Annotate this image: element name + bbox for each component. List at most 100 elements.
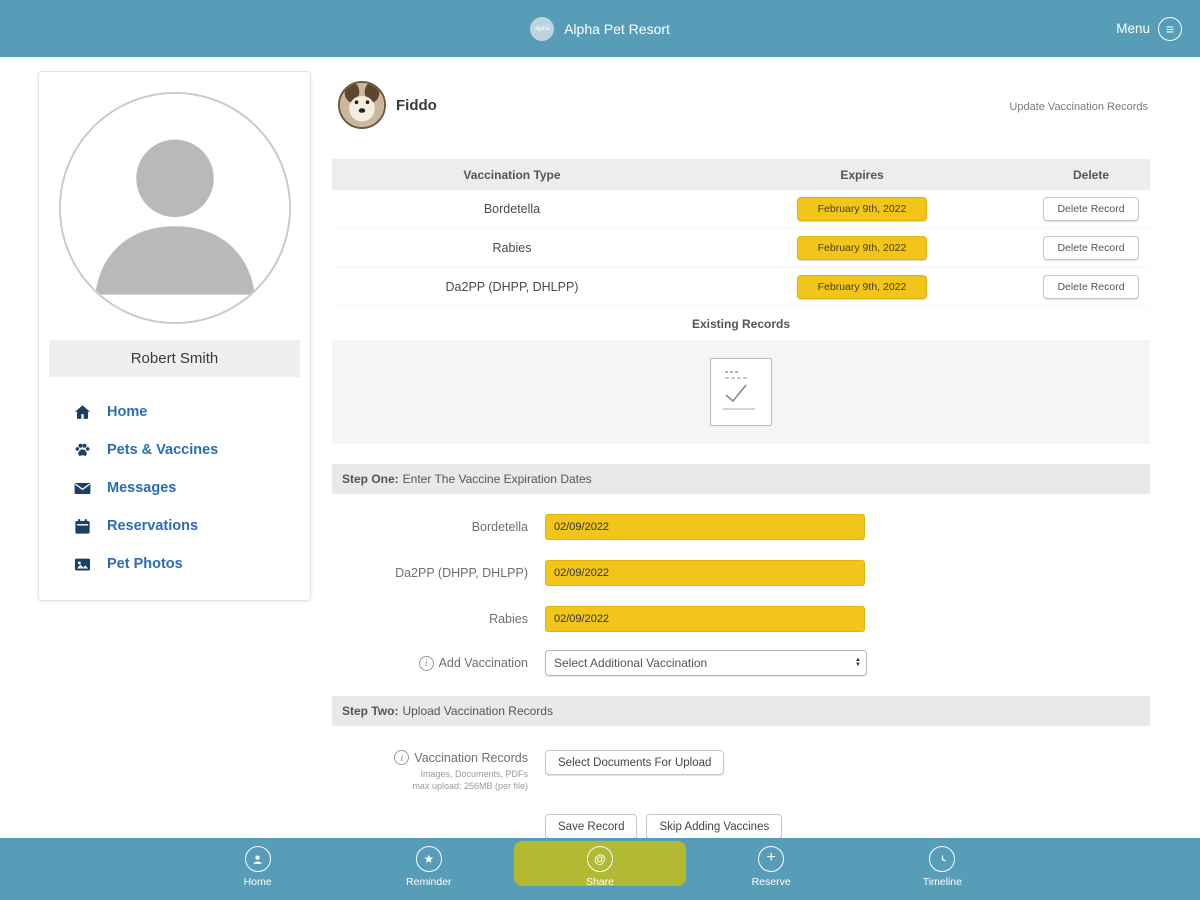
- paw-icon: [73, 441, 92, 460]
- calendar-icon: [73, 517, 92, 536]
- sidebar-item-pet-photos[interactable]: Pet Photos: [73, 545, 310, 583]
- document-icon: [723, 371, 755, 410]
- bottom-nav-label: Share: [585, 876, 614, 888]
- sidebar-item-pets-vaccines[interactable]: Pets & Vaccines: [73, 431, 310, 469]
- form-row-rabies: Rabies: [332, 606, 1150, 632]
- vaccination-records-label: i Vaccination Records: [332, 750, 528, 765]
- bottom-nav-label: Home: [243, 876, 272, 888]
- step-two-title: Upload Vaccination Records: [402, 704, 553, 718]
- step-one-title: Enter The Vaccine Expiration Dates: [402, 472, 592, 486]
- update-vaccination-records-link[interactable]: Update Vaccination Records: [1009, 101, 1148, 113]
- bottom-nav-share[interactable]: @ Share: [514, 838, 686, 900]
- sidebar: Robert Smith Home Pets & Vaccines Messag…: [38, 71, 311, 601]
- rabies-date-input[interactable]: [545, 606, 865, 632]
- photo-icon: [73, 555, 92, 574]
- app-logo-text: alpha: [534, 25, 550, 32]
- table-row: Rabies February 9th, 2022 Delete Record: [332, 229, 1150, 268]
- menu-label: Menu: [1116, 21, 1150, 36]
- delete-record-button[interactable]: Delete Record: [1043, 196, 1139, 221]
- user-name: Robert Smith: [49, 340, 300, 377]
- at-circle-icon: @: [586, 846, 613, 872]
- sidebar-item-label: Pets & Vaccines: [107, 442, 219, 458]
- select-documents-button[interactable]: Select Documents For Upload: [545, 750, 725, 775]
- star-circle-icon: ★: [415, 846, 442, 872]
- select-arrows-icon: ▲ ▼: [855, 657, 861, 668]
- bottom-bar: Home ★ Reminder @ Share + Reserve Timeli…: [0, 838, 1200, 900]
- step-two-bar: Step Two: Upload Vaccination Records: [332, 696, 1150, 726]
- rabies-label: Rabies: [489, 612, 528, 626]
- app-title: Alpha Pet Resort: [564, 20, 670, 37]
- form-row-bordetella: Bordetella: [332, 514, 1150, 540]
- bottom-nav-home[interactable]: Home: [172, 838, 343, 900]
- pet-header: Fiddo Update Vaccination Records: [332, 71, 1150, 151]
- upload-label-column: i Vaccination Records Images, Documents,…: [332, 750, 528, 792]
- info-icon: i: [418, 655, 434, 671]
- bordetella-label: Bordetella: [471, 520, 528, 534]
- menu-button[interactable]: Menu ≡: [1116, 0, 1182, 57]
- person-circle-icon: [244, 846, 271, 872]
- column-header-delete: Delete: [1072, 167, 1110, 182]
- bottom-nav-reserve[interactable]: + Reserve: [686, 838, 857, 900]
- clock-circle-icon: [929, 846, 956, 872]
- envelope-icon: [73, 479, 92, 498]
- sidebar-item-reservations[interactable]: Reservations: [73, 507, 310, 545]
- bottom-nav-label: Timeline: [922, 876, 962, 888]
- dog-photo-icon: [340, 83, 384, 127]
- table-row: Bordetella February 9th, 2022 Delete Rec…: [332, 190, 1150, 229]
- skip-adding-vaccines-button[interactable]: Skip Adding Vaccines: [646, 814, 783, 839]
- bottom-nav: Home ★ Reminder @ Share + Reserve Timeli…: [172, 838, 1028, 900]
- existing-records-heading: Existing Records: [691, 316, 791, 331]
- da2pp-label: Da2PP (DHPP, DHLPP): [395, 566, 528, 580]
- step-one-bar: Step One: Enter The Vaccine Expiration D…: [332, 464, 1150, 494]
- expires-date-button[interactable]: February 9th, 2022: [797, 235, 927, 260]
- sidebar-item-label: Home: [107, 404, 148, 420]
- actions-row: Save Record Skip Adding Vaccines: [545, 814, 1150, 839]
- vaccination-records-label-text: Vaccination Records: [414, 750, 528, 765]
- vaccination-type: Da2PP (DHPP, DHLPP): [445, 279, 579, 294]
- form-row-add-vaccination: i Add Vaccination Select Additional Vacc…: [332, 650, 1150, 676]
- column-header-vaccination-type: Vaccination Type: [463, 167, 561, 182]
- info-icon: i: [394, 750, 410, 765]
- hamburger-menu-icon: ≡: [1158, 16, 1182, 41]
- user-avatar: [58, 92, 291, 324]
- upload-hint-line2: max upload: 256MB (per file): [412, 781, 528, 791]
- bottom-nav-timeline[interactable]: Timeline: [857, 838, 1028, 900]
- step-one-prefix: Step One:: [342, 472, 399, 486]
- select-value: Select Additional Vaccination: [554, 656, 708, 670]
- sidebar-nav: Home Pets & Vaccines Messages Reservatio…: [39, 393, 310, 583]
- main-panel: Fiddo Update Vaccination Records Vaccina…: [332, 57, 1150, 839]
- person-silhouette-icon: [60, 94, 289, 322]
- vaccination-type: Rabies: [492, 240, 532, 255]
- delete-record-button[interactable]: Delete Record: [1043, 235, 1139, 260]
- pet-avatar[interactable]: [338, 81, 386, 129]
- sidebar-item-label: Messages: [107, 480, 177, 496]
- sidebar-item-messages[interactable]: Messages: [73, 469, 310, 507]
- app-logo-icon: alpha: [530, 16, 555, 41]
- pet-name: Fiddo: [396, 97, 437, 114]
- add-vaccination-label-text: Add Vaccination: [438, 656, 528, 670]
- upload-hint: Images, Documents, PDFs max upload: 256M…: [332, 768, 528, 792]
- delete-record-button[interactable]: Delete Record: [1043, 274, 1139, 299]
- content-area: Robert Smith Home Pets & Vaccines Messag…: [0, 57, 1200, 839]
- record-document-thumbnail[interactable]: [710, 358, 772, 426]
- bottom-nav-reminder[interactable]: ★ Reminder: [343, 838, 514, 900]
- bordetella-date-input[interactable]: [545, 514, 865, 540]
- vaccination-type: Bordetella: [483, 201, 541, 216]
- column-header-expires: Expires: [840, 167, 884, 182]
- bottom-nav-label: Reserve: [751, 876, 791, 888]
- vaccination-table-header: Vaccination Type Expires Delete: [332, 159, 1150, 190]
- bottom-nav-label: Reminder: [406, 876, 452, 888]
- add-vaccination-label: i Add Vaccination: [332, 655, 528, 671]
- expires-date-button[interactable]: February 9th, 2022: [797, 196, 927, 221]
- upload-hint-line1: Images, Documents, PDFs: [420, 769, 528, 779]
- da2pp-date-input[interactable]: [545, 560, 865, 586]
- top-bar-center: alpha Alpha Pet Resort: [0, 0, 1200, 57]
- table-row: Da2PP (DHPP, DHLPP) February 9th, 2022 D…: [332, 268, 1150, 307]
- plus-circle-icon: +: [758, 846, 785, 872]
- form-row-da2pp: Da2PP (DHPP, DHLPP): [332, 560, 1150, 586]
- existing-records-panel: [332, 340, 1150, 444]
- sidebar-item-home[interactable]: Home: [73, 393, 310, 431]
- save-record-button[interactable]: Save Record: [545, 814, 638, 839]
- additional-vaccination-select[interactable]: Select Additional Vaccination ▲ ▼: [545, 650, 867, 676]
- expires-date-button[interactable]: February 9th, 2022: [797, 274, 927, 299]
